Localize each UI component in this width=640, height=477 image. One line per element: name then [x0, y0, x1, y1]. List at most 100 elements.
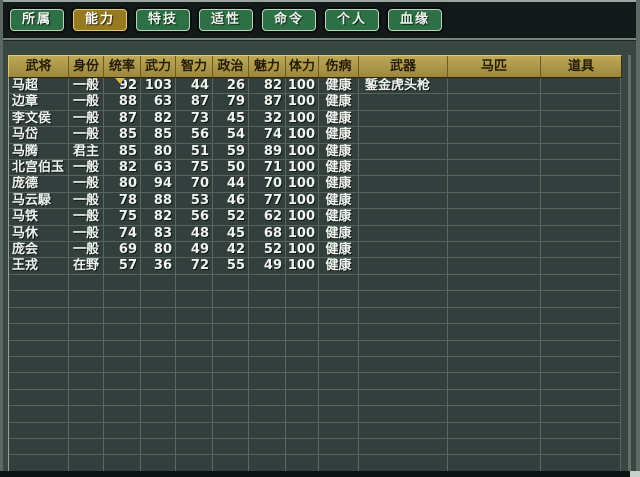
cell-intelligence: 51: [176, 143, 213, 161]
header-cell-identity[interactable]: 身份: [69, 56, 104, 77]
cell-politics: [213, 340, 249, 357]
cell-horse: [448, 192, 541, 210]
cell-charisma: 87: [249, 94, 286, 111]
cell-name: 马云騄: [9, 192, 69, 210]
table-row[interactable]: 马腾 君主 85 80 51 59 89 100 健康: [9, 143, 621, 161]
cell-item: [541, 160, 621, 177]
cell-condition: [319, 389, 359, 407]
cell-intelligence: 72: [176, 258, 213, 275]
cell-item: [541, 209, 621, 226]
header-cell-health[interactable]: 体力: [286, 56, 319, 77]
table-row[interactable]: 马铁 一般 75 82 56 52 62 100 健康: [9, 209, 621, 226]
cell-charisma: [249, 422, 286, 439]
cell-intelligence: 73: [176, 110, 213, 128]
tab-ability[interactable]: 能力: [73, 9, 127, 31]
cell-item: [541, 356, 621, 374]
cell-health: 100: [286, 225, 319, 243]
tab-personal[interactable]: 个人: [325, 9, 379, 31]
cell-intelligence: 53: [176, 192, 213, 210]
header-cell-war[interactable]: 武力: [141, 56, 176, 77]
cell-politics: [213, 356, 249, 374]
tab-skill[interactable]: 特技: [136, 9, 190, 31]
cell-horse: [448, 438, 541, 456]
cell-intelligence: [176, 274, 213, 292]
cell-charisma: [249, 340, 286, 357]
cell-item: [541, 192, 621, 210]
cell-item: [541, 406, 621, 423]
header-cell-charisma[interactable]: 魅力: [249, 56, 286, 77]
header-cell-condition[interactable]: 伤病: [319, 56, 359, 77]
cell-identity: [69, 389, 104, 407]
cell-health: [286, 356, 319, 374]
tab-command[interactable]: 命令: [262, 9, 316, 31]
cell-name: 马休: [9, 225, 69, 243]
tab-aptitude[interactable]: 适性: [199, 9, 253, 31]
cell-item: [541, 422, 621, 439]
table-row[interactable]: 北宫伯玉 一般 82 63 75 50 71 100 健康: [9, 160, 621, 177]
cell-item: [541, 176, 621, 193]
cell-name: [9, 389, 69, 407]
cell-intelligence: [176, 373, 213, 390]
cell-item: [541, 307, 621, 325]
cell-identity: 君主: [69, 143, 104, 161]
cell-charisma: [249, 406, 286, 423]
cell-item: [541, 127, 621, 144]
table-row-empty: [9, 340, 621, 357]
cell-politics: 45: [213, 110, 249, 128]
table-row[interactable]: 李文侯 一般 87 82 73 45 32 100 健康: [9, 110, 621, 128]
header-cell-weapon[interactable]: 武器: [359, 56, 448, 77]
cell-war: 85: [141, 127, 176, 144]
cell-leadership: 69: [104, 242, 141, 259]
tab-bloodline[interactable]: 血缘: [388, 9, 442, 31]
header-cell-intelligence[interactable]: 智力: [176, 56, 213, 77]
header-cell-officer[interactable]: 武将: [9, 56, 69, 77]
table-row[interactable]: 边章 一般 88 63 87 79 87 100 健康: [9, 94, 621, 111]
cell-war: [141, 406, 176, 423]
cell-item: [541, 324, 621, 341]
cell-condition: 健康: [319, 242, 359, 259]
table-row[interactable]: 庞会 一般 69 80 49 42 52 100 健康: [9, 242, 621, 259]
cell-item: [541, 291, 621, 308]
cell-identity: 一般: [69, 176, 104, 193]
cell-politics: [213, 274, 249, 292]
cell-war: [141, 307, 176, 325]
cell-politics: [213, 389, 249, 407]
cell-politics: [213, 291, 249, 308]
cell-name: 马岱: [9, 127, 69, 144]
header-cell-leadership[interactable]: 统率: [104, 56, 141, 77]
cell-war: 80: [141, 242, 176, 259]
header-cell-item[interactable]: 道具: [541, 56, 621, 77]
cell-leadership: [104, 438, 141, 456]
header-cell-politics[interactable]: 政治: [213, 56, 249, 77]
table-row[interactable]: 马休 一般 74 83 48 45 68 100 健康: [9, 225, 621, 243]
window-frame-right: [636, 0, 640, 477]
cell-health: 100: [286, 192, 319, 210]
cell-weapon: [359, 192, 448, 210]
cell-leadership: [104, 291, 141, 308]
cell-charisma: 68: [249, 225, 286, 243]
cell-charisma: [249, 438, 286, 456]
cell-charisma: 49: [249, 258, 286, 275]
table-row-empty: [9, 274, 621, 292]
cell-leadership: 85: [104, 143, 141, 161]
cell-politics: 79: [213, 94, 249, 111]
table-row[interactable]: 王戎 在野 57 36 72 55 49 100 健康: [9, 258, 621, 275]
cell-politics: [213, 307, 249, 325]
cell-leadership: [104, 307, 141, 325]
cell-intelligence: 49: [176, 242, 213, 259]
officer-table-panel: 武将 身份 统率 武力 智力 政治 魅力 体力 伤病 武器 马匹 道具 马超 一般…: [0, 41, 640, 472]
table-row[interactable]: 马岱 一般 85 85 56 54 74 100 健康: [9, 127, 621, 144]
cell-horse: [448, 225, 541, 243]
tab-affiliation[interactable]: 所属: [10, 9, 64, 31]
header-cell-horse[interactable]: 马匹: [448, 56, 541, 77]
cell-condition: 健康: [319, 209, 359, 226]
cell-name: [9, 324, 69, 341]
table-row[interactable]: 马超 一般 92 103 44 26 82 100 健康 錾金虎头枪: [9, 78, 621, 95]
table-row-empty: [9, 422, 621, 439]
window-frame-bottom: [0, 471, 640, 477]
table-row[interactable]: 庞德 一般 80 94 70 44 70 100 健康: [9, 176, 621, 193]
table-row[interactable]: 马云騄 一般 78 88 53 46 77 100 健康: [9, 192, 621, 210]
cell-health: 100: [286, 78, 319, 95]
cell-intelligence: 87: [176, 94, 213, 111]
cell-identity: 一般: [69, 127, 104, 144]
